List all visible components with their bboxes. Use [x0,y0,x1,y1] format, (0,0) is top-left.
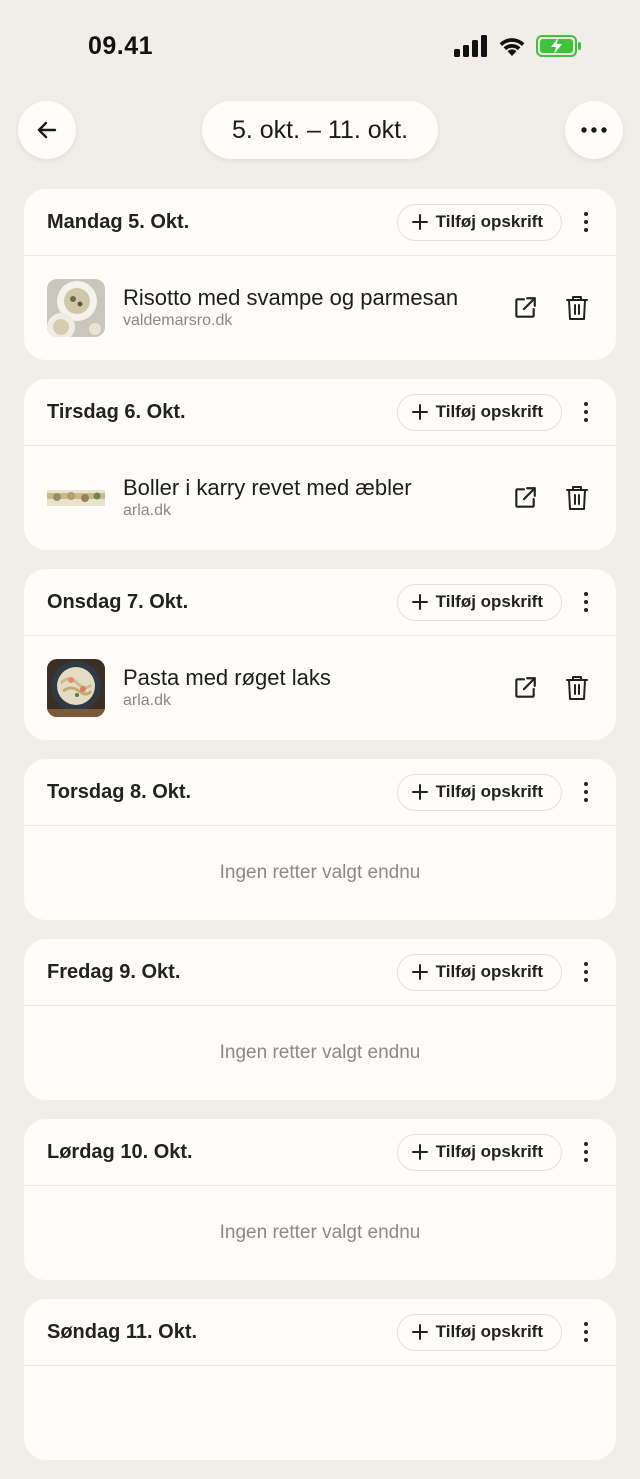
plus-icon [411,214,428,230]
day-card-saturday: Lørdag 10. Okt. Tilføj opskrift Ingen re… [24,1119,616,1280]
add-recipe-label: Tilføj opskrift [435,962,543,981]
add-recipe-button[interactable]: Tilføj opskrift [396,773,562,811]
recipe-title: Risotto med svampe og parmesan [123,285,459,310]
delete-recipe-button[interactable] [562,483,592,513]
day-title: Fredag 9. Okt. [47,960,181,983]
day-card-monday: Mandag 5. Okt. Tilføj opskrift Risotto m… [24,189,616,360]
add-recipe-label: Tilføj opskrift [435,1142,543,1161]
week-navigation: 5. okt. – 11. okt. [0,101,640,161]
day-title: Onsdag 7. Okt. [47,590,189,613]
add-recipe-label: Tilføj opskrift [435,1322,543,1341]
plus-icon [411,784,428,800]
day-header: Torsdag 8. Okt. Tilføj opskrift [24,759,616,826]
day-title: Søndag 11. Okt. [47,1320,198,1343]
recipe-thumbnail [47,659,105,717]
back-button[interactable] [18,101,76,159]
add-recipe-label: Tilføj opskrift [435,782,543,801]
recipe-thumbnail [47,469,105,527]
empty-state-text: Ingen retter valgt endnu [219,862,421,883]
recipe-item[interactable]: Boller i karry revet med æbler arla.dk [24,446,616,550]
status-icons [454,35,582,57]
recipe-item[interactable]: Risotto med svampe og parmesan valdemars… [24,256,616,360]
trash-icon [566,486,588,510]
day-menu-button[interactable] [580,1142,592,1162]
day-header: Onsdag 7. Okt. Tilføj opskrift [24,569,616,636]
empty-state-text: Ingen retter valgt endnu [219,1042,421,1063]
ellipsis-icon [581,127,607,133]
add-recipe-label: Tilføj opskrift [435,212,543,231]
external-link-icon [515,487,536,508]
day-title: Torsdag 8. Okt. [47,780,192,803]
open-external-button[interactable] [510,293,540,323]
more-options-button[interactable] [565,101,623,159]
week-range-button[interactable]: 5. okt. – 11. okt. [202,101,438,159]
add-recipe-button[interactable]: Tilføj opskrift [396,583,562,621]
day-card-sunday: Søndag 11. Okt. Tilføj opskrift [24,1299,616,1460]
day-card-friday: Fredag 9. Okt. Tilføj opskrift Ingen ret… [24,939,616,1100]
add-recipe-button[interactable]: Tilføj opskrift [396,953,562,991]
day-card-thursday: Torsdag 8. Okt. Tilføj opskrift Ingen re… [24,759,616,920]
day-list: Mandag 5. Okt. Tilføj opskrift Risotto m… [24,189,616,1479]
day-title: Tirsdag 6. Okt. [47,400,186,423]
day-header: Tirsdag 6. Okt. Tilføj opskrift [24,379,616,446]
day-menu-button[interactable] [580,402,592,422]
day-header: Fredag 9. Okt. Tilføj opskrift [24,939,616,1006]
battery-icon [536,35,581,57]
add-recipe-label: Tilføj opskrift [435,402,543,421]
trash-icon [566,676,588,700]
external-link-icon [515,677,536,698]
open-external-button[interactable] [510,483,540,513]
day-title: Mandag 5. Okt. [47,210,190,233]
add-recipe-button[interactable]: Tilføj opskrift [396,203,562,241]
recipe-title: Boller i karry revet med æbler [123,475,412,500]
day-menu-button[interactable] [580,782,592,802]
plus-icon [411,964,428,980]
recipe-thumbnail [47,279,105,337]
wifi-icon [499,38,525,56]
status-time: 09.41 [88,32,154,60]
delete-recipe-button[interactable] [562,293,592,323]
recipe-source: arla.dk [123,692,172,709]
plus-icon [411,594,428,610]
add-recipe-label: Tilføj opskrift [435,592,543,611]
recipe-item[interactable]: Pasta med røget laks arla.dk [24,636,616,740]
day-menu-button[interactable] [580,1322,592,1342]
empty-state-text: Ingen retter valgt endnu [219,1222,421,1243]
trash-icon [566,296,588,320]
add-recipe-button[interactable]: Tilføj opskrift [396,393,562,431]
plus-icon [411,404,428,420]
delete-recipe-button[interactable] [562,673,592,703]
arrow-left-icon [37,121,57,139]
add-recipe-button[interactable]: Tilføj opskrift [396,1313,562,1351]
signal-icon [454,35,487,57]
recipe-source: valdemarsro.dk [123,312,233,329]
plus-icon [411,1144,428,1160]
empty-state-text [24,1366,616,1460]
day-title: Lørdag 10. Okt. [47,1140,193,1163]
day-header: Søndag 11. Okt. Tilføj opskrift [24,1299,616,1366]
external-link-icon [515,297,536,318]
status-bar: 09.41 [0,0,640,92]
day-menu-button[interactable] [580,962,592,982]
day-menu-button[interactable] [580,212,592,232]
day-header: Mandag 5. Okt. Tilføj opskrift [24,189,616,256]
add-recipe-button[interactable]: Tilføj opskrift [396,1133,562,1171]
day-menu-button[interactable] [580,592,592,612]
recipe-title: Pasta med røget laks [123,665,331,690]
day-card-wednesday: Onsdag 7. Okt. Tilføj opskrift Pasta med… [24,569,616,740]
plus-icon [411,1324,428,1340]
recipe-source: arla.dk [123,502,172,519]
day-header: Lørdag 10. Okt. Tilføj opskrift [24,1119,616,1186]
day-card-tuesday: Tirsdag 6. Okt. Tilføj opskrift Boller i… [24,379,616,550]
open-external-button[interactable] [510,673,540,703]
